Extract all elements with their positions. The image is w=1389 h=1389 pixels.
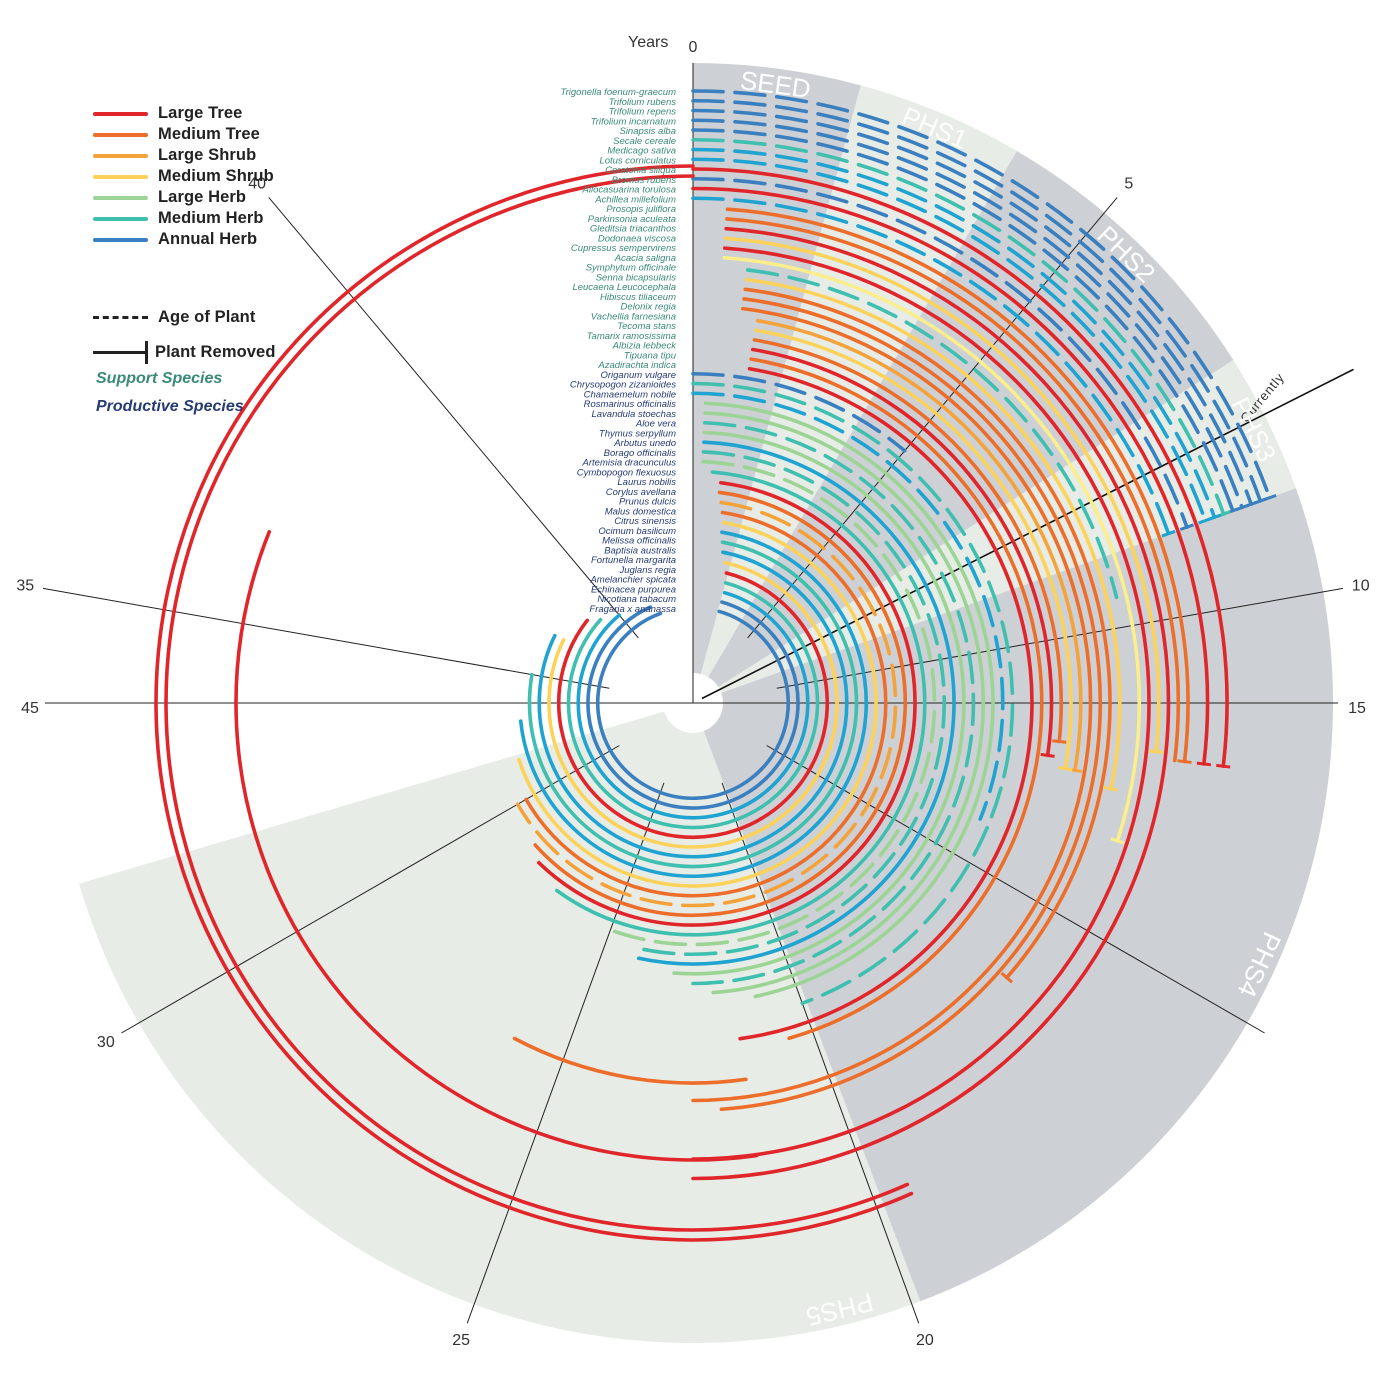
removed-cap [1177, 759, 1192, 764]
legend-label: Plant Removed [155, 343, 276, 361]
legend-swatch [93, 153, 148, 158]
legend-item-age: Age of Plant [93, 300, 276, 335]
legend-item-removed: Plant Removed [93, 335, 276, 370]
legend-item-medium-shrub: Medium Shrub [93, 166, 274, 187]
axis-tick-label: 25 [452, 1332, 470, 1349]
removed-cap [1216, 763, 1231, 769]
legend-swatch [93, 174, 148, 179]
removed-cap [1196, 761, 1212, 767]
axis-line-40 [268, 197, 639, 639]
legend-label: Large Tree [158, 104, 243, 122]
axis-tick-label: 30 [97, 1034, 115, 1051]
axis-tick-label: 45 [21, 700, 39, 717]
legend-swatch [93, 216, 148, 221]
legend-label: Medium Shrub [158, 167, 274, 185]
legend-item-large-herb: Large Herb [93, 187, 274, 208]
axis-tick-label: 5 [1124, 176, 1133, 193]
legend-label: Medium Herb [158, 209, 264, 227]
legend-swatch [93, 111, 148, 116]
legend-swatch [93, 237, 148, 242]
legend-swatch [93, 195, 148, 200]
legend-label: Age of Plant [158, 308, 256, 326]
removed-cap [1052, 739, 1067, 744]
species-label: Fragaria x ananassa [589, 604, 676, 615]
legend-item-annual-herb: Annual Herb [93, 229, 274, 250]
legend-item-large-shrub: Large Shrub [93, 145, 274, 166]
legend-label: Annual Herb [158, 230, 258, 248]
legend-label: Medium Tree [158, 125, 260, 143]
legend-label: Large Shrub [158, 146, 257, 164]
axis-tick-label: 20 [916, 1332, 934, 1349]
legend-label: Large Herb [158, 188, 247, 206]
line-style-legend: Age of Plant Plant Removed [93, 300, 276, 370]
removed-end-cap-icon [93, 341, 148, 364]
support-species-key: Support Species [96, 370, 223, 387]
removed-cap [1149, 749, 1164, 754]
axis-tick-label: 0 [689, 39, 698, 56]
legend-item-large-tree: Large Tree [93, 103, 274, 124]
axis-tick-label: 10 [1352, 577, 1370, 594]
axis-line-35 [42, 587, 610, 689]
legend-swatch [93, 132, 148, 137]
type-legend: Large Tree Medium Tree Large Shrub Mediu… [93, 103, 274, 250]
legend-item-medium-tree: Medium Tree [93, 124, 274, 145]
species-labels: Trigonella foenum-graecumTrifolium ruben… [561, 87, 678, 615]
dashed-line-icon [93, 316, 148, 319]
removed-cap [1040, 752, 1055, 758]
axis-title: Years [628, 34, 668, 51]
productive-species-key: Productive Species [96, 398, 244, 415]
axis-tick-label: 15 [1348, 700, 1366, 717]
legend-item-medium-herb: Medium Herb [93, 208, 274, 229]
axis-tick-label: 35 [16, 577, 34, 594]
